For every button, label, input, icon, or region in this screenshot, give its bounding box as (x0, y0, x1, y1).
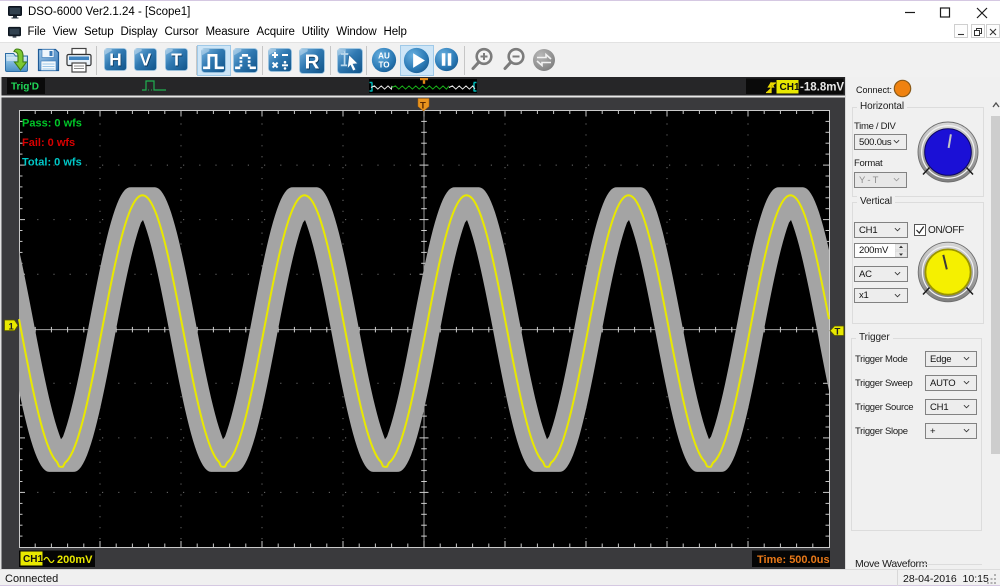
svg-text:T: T (420, 101, 426, 112)
svg-text:200mV: 200mV (57, 554, 93, 566)
svg-text:Time: 500.0us: Time: 500.0us (757, 554, 830, 566)
svg-text:V: V (140, 50, 152, 70)
svg-text:TO: TO (378, 61, 389, 70)
svg-text:CH1: CH1 (780, 82, 800, 93)
svg-text:1: 1 (9, 322, 15, 333)
svg-text:Trig'D: Trig'D (11, 82, 39, 93)
svg-text:H: H (109, 50, 121, 70)
svg-text:Pass: 0 wfs: Pass: 0 wfs (22, 118, 82, 130)
svg-text:T: T (171, 50, 182, 70)
svg-text:T: T (835, 327, 841, 338)
svg-text:Fail: 0 wfs: Fail: 0 wfs (22, 137, 75, 149)
svg-text:-18.8mV: -18.8mV (800, 82, 844, 94)
svg-text:CH1: CH1 (23, 554, 43, 565)
svg-text:AU: AU (378, 51, 390, 60)
svg-text:R: R (305, 51, 320, 74)
svg-text:Total: 0 wfs: Total: 0 wfs (22, 157, 82, 169)
